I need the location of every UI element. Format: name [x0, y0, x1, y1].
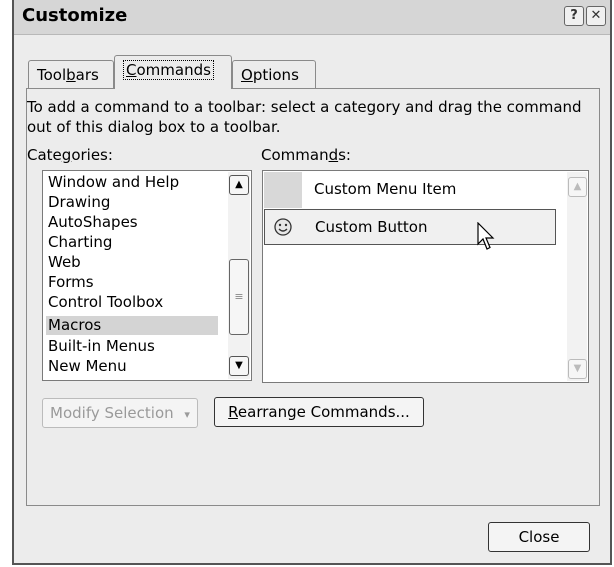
button-label: Rearrange Commands... — [228, 403, 410, 421]
categories-listbox[interactable]: Window and Help Drawing AutoShapes Chart… — [42, 170, 252, 381]
close-window-button[interactable]: ✕ — [586, 6, 606, 26]
command-label: Custom Menu Item — [314, 180, 457, 198]
tab-label: Commands — [123, 60, 214, 80]
list-item[interactable]: AutoShapes — [46, 213, 218, 232]
scroll-thumb[interactable]: ≡ — [229, 259, 249, 335]
scroll-up-arrow-icon[interactable]: ▲ — [229, 175, 249, 195]
mouse-pointer-icon — [477, 222, 495, 250]
list-item[interactable]: Control Toolbox — [46, 293, 218, 312]
rearrange-commands-button[interactable]: Rearrange Commands... — [214, 397, 424, 427]
categories-label: Categories: — [27, 146, 113, 164]
dropdown-arrow-icon: ▾ — [184, 408, 190, 421]
list-item-selected[interactable]: Macros — [46, 316, 218, 335]
grip-icon: ≡ — [234, 290, 244, 303]
title-bar[interactable]: Customize ? ✕ — [14, 0, 610, 35]
scroll-down-arrow-icon[interactable]: ▼ — [229, 356, 249, 376]
commands-label: Commands: — [261, 146, 351, 164]
list-item[interactable]: Drawing — [46, 193, 218, 212]
list-item[interactable]: Window and Help — [46, 173, 218, 192]
help-button[interactable]: ? — [564, 6, 584, 26]
icon-column — [264, 172, 302, 208]
command-item-custom-menu-item[interactable]: Custom Menu Item — [264, 172, 556, 208]
tab-toolbars[interactable]: Toolbars — [28, 60, 114, 88]
list-item[interactable]: Built-in Menus — [46, 337, 218, 356]
list-item[interactable]: Web — [46, 253, 218, 272]
scroll-up-arrow-icon[interactable]: ▲ — [568, 177, 587, 197]
categories-scrollbar[interactable]: ▲ ≡ ▼ — [228, 172, 250, 379]
modify-selection-button[interactable]: Modify Selection ▾ — [42, 398, 198, 428]
tab-commands[interactable]: Commands — [114, 55, 232, 89]
close-button[interactable]: Close — [488, 522, 590, 552]
tab-options[interactable]: Options — [232, 60, 316, 88]
list-item[interactable]: Charting — [46, 233, 218, 252]
command-item-custom-button[interactable]: Custom Button — [264, 209, 556, 250]
instructions-text: To add a command to a toolbar: select a … — [27, 98, 582, 136]
scroll-down-arrow-icon[interactable]: ▼ — [568, 359, 587, 379]
command-label: Custom Button — [315, 218, 428, 236]
button-label: Modify Selection — [50, 404, 174, 422]
customize-dialog: Customize ? ✕ Toolbars Commands Options … — [12, 0, 612, 565]
list-item[interactable]: Forms — [46, 273, 218, 292]
icon-column — [265, 210, 303, 244]
window-title: Customize — [22, 5, 128, 26]
list-item[interactable]: New Menu — [46, 357, 218, 376]
smiley-icon — [274, 218, 292, 236]
tab-label: Toolbars — [37, 66, 99, 84]
commands-scrollbar[interactable]: ▲ ▼ — [567, 172, 587, 381]
tab-label: Options — [241, 66, 299, 84]
commands-listbox[interactable]: Custom Menu Item Custom Button ▲ ▼ — [262, 170, 589, 383]
